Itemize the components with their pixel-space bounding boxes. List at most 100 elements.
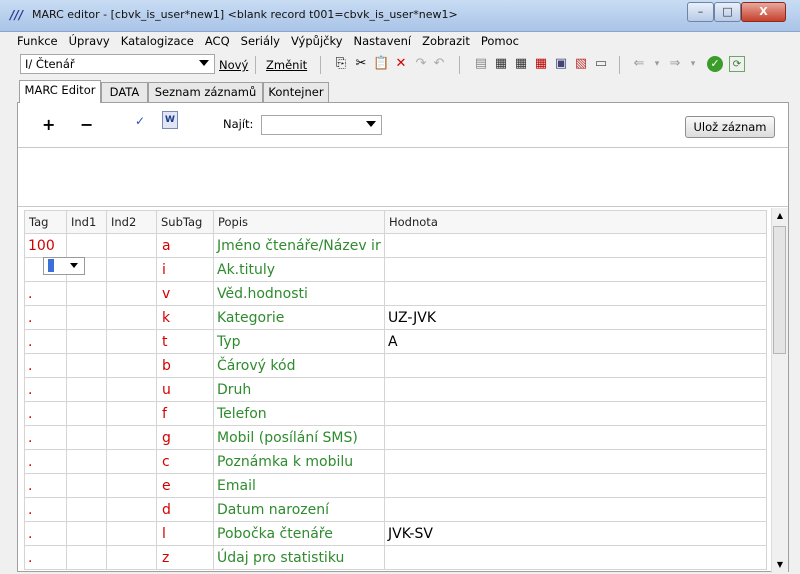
add-field-button[interactable]: + [42,115,55,134]
form-icon[interactable]: ▧ [573,56,589,72]
cell-ind2[interactable] [106,521,157,546]
table-row[interactable]: . b Čárový kód [24,353,767,378]
record-text-area[interactable] [18,147,788,207]
cell-tag[interactable]: . [24,425,67,450]
menu-item-0[interactable]: Funkce [17,34,58,48]
cell-ind2[interactable] [106,425,157,450]
scroll-up-icon[interactable]: ▲ [772,208,788,224]
cell-popis[interactable]: Čárový kód [213,353,385,378]
close-button[interactable]: X [741,2,786,22]
copy-icon[interactable]: ⎘ [333,56,349,72]
cell-ind2[interactable] [106,305,157,330]
cell-subtag[interactable]: b [156,353,214,378]
find-select[interactable] [261,115,382,135]
cell-subtag[interactable]: a [156,233,214,258]
new-link[interactable]: Nový [219,58,248,72]
cell-popis[interactable]: Údaj pro statistiku [213,545,385,570]
cell-hodnota[interactable] [384,425,767,450]
cell-hodnota[interactable]: JVK-SV [384,521,767,546]
menu-item-1[interactable]: Úpravy [69,34,110,48]
cell-hodnota[interactable] [384,497,767,522]
cell-subtag[interactable]: z [156,545,214,570]
cell-popis[interactable]: Jméno čtenáře/Název ir [213,233,385,258]
cell-tag[interactable]: . [24,545,67,570]
tab-record-list[interactable]: Seznam záznamů [148,82,263,102]
cell-popis[interactable]: Věd.hodnosti [213,281,385,306]
cell-ind2[interactable] [106,449,157,474]
cell-subtag[interactable]: u [156,377,214,402]
cell-hodnota[interactable]: UZ-JVK [384,305,767,330]
table-row[interactable]: . f Telefon [24,401,767,426]
tab-marc-editor[interactable]: MARC Editor [19,80,101,103]
cell-ind1[interactable] [66,401,107,426]
cell-ind1[interactable] [66,377,107,402]
cell-tag[interactable]: . [24,377,67,402]
cell-subtag[interactable]: e [156,473,214,498]
cell-popis[interactable]: Email [213,473,385,498]
cell-ind2[interactable] [106,497,157,522]
column-header-popis[interactable]: Popis [213,210,385,234]
cell-ind1[interactable] [66,497,107,522]
table-row[interactable]: 100 a Jméno čtenáře/Název ir [24,233,767,258]
cell-subtag[interactable]: l [156,521,214,546]
table-row[interactable]: . z Údaj pro statistiku [24,545,767,570]
cell-ind2[interactable] [106,353,157,378]
table-row[interactable]: . t Typ A [24,329,767,354]
grid-scrollbar[interactable]: ▲ ▼ [771,208,788,573]
cell-hodnota[interactable] [384,401,767,426]
cell-ind1[interactable] [66,305,107,330]
cell-subtag[interactable]: g [156,425,214,450]
remove-field-button[interactable]: − [80,115,93,134]
cell-ind2[interactable] [106,329,157,354]
cell-tag[interactable]: . [24,473,67,498]
cell-hodnota[interactable] [384,233,767,258]
column-header-tag[interactable]: Tag [24,210,67,234]
menu-item-6[interactable]: Nastavení [354,34,412,48]
paste-icon[interactable]: 📋 [373,56,389,72]
cell-ind1[interactable] [66,473,107,498]
cell-tag[interactable]: . [24,449,67,474]
chevron-down-icon[interactable]: ▾ [685,56,701,72]
undo-icon[interactable]: ↶ [431,56,447,72]
maximize-button[interactable]: □ [714,2,741,22]
cell-ind2[interactable] [106,233,157,258]
menu-item-2[interactable]: Katalogizace [121,34,194,48]
cell-popis[interactable]: Telefon [213,401,385,426]
cell-subtag[interactable]: i [156,257,214,282]
cell-hodnota[interactable] [384,449,767,474]
cell-tag[interactable]: . [24,401,67,426]
cell-ind2[interactable] [106,473,157,498]
cell-popis[interactable]: Mobil (posílání SMS) [213,425,385,450]
menu-item-3[interactable]: ACQ [205,34,230,48]
cell-ind1[interactable] [66,329,107,354]
tab-data[interactable]: DATA [101,82,148,102]
print2-icon[interactable]: ▦ [513,56,529,72]
cell-tag[interactable]: . [24,353,67,378]
list-icon[interactable]: ▤ [473,56,489,72]
scroll-down-icon[interactable]: ▼ [772,557,788,573]
word-icon[interactable]: W [162,111,178,129]
table-row[interactable]: . k Kategorie UZ-JVK [24,305,767,330]
delete-icon[interactable]: ✕ [393,56,409,72]
cell-hodnota[interactable] [384,353,767,378]
cell-popis[interactable]: Pobočka čtenáře [213,521,385,546]
save-record-button[interactable]: Ulož záznam [685,116,775,138]
cell-popis[interactable]: Kategorie [213,305,385,330]
chevron-down-icon[interactable]: ▾ [649,56,665,72]
table-row[interactable]: . l Pobočka čtenáře JVK-SV [24,521,767,546]
cell-ind2[interactable] [106,545,157,570]
refresh-icon[interactable]: ⟳ [729,56,745,72]
cell-ind1[interactable] [66,521,107,546]
cell-ind1[interactable] [66,353,107,378]
cell-popis[interactable]: Poznámka k mobilu [213,449,385,474]
menu-item-4[interactable]: Seriály [241,34,280,48]
cell-hodnota[interactable] [384,473,767,498]
redo-icon[interactable]: ↷ [413,56,429,72]
cell-ind1[interactable] [66,449,107,474]
ok-icon[interactable]: ✓ [707,56,723,72]
cell-hodnota[interactable] [384,545,767,570]
column-header-hodnota[interactable]: Hodnota [384,210,767,234]
column-header-ind2[interactable]: Ind2 [106,210,157,234]
menu-item-5[interactable]: Výpůjčky [291,34,343,48]
cell-ind2[interactable] [106,377,157,402]
